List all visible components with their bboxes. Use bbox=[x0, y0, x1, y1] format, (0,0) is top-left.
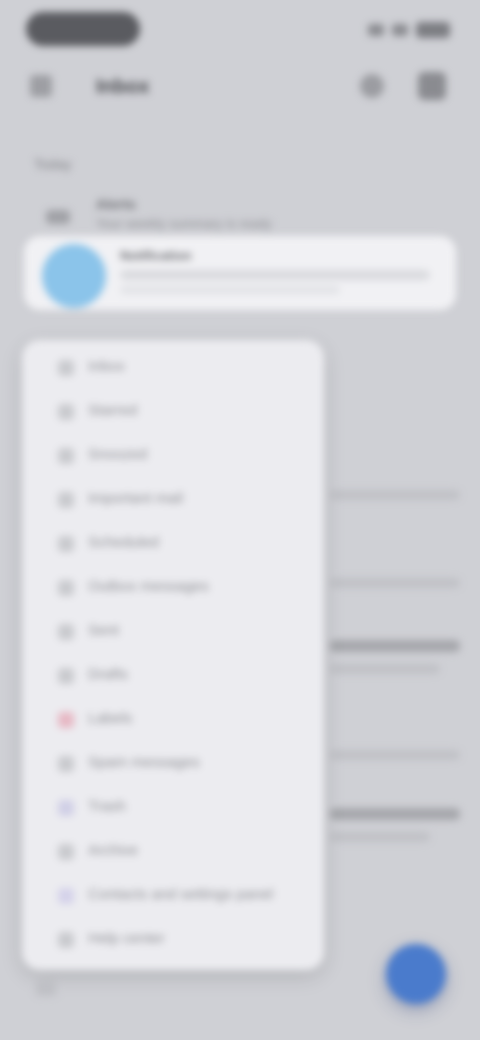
menu-item-drafts[interactable]: Drafts bbox=[22, 654, 324, 698]
status-bar bbox=[0, 0, 480, 60]
menu-item-outbox[interactable]: Outbox messages bbox=[22, 566, 324, 610]
settings-icon bbox=[58, 888, 74, 904]
important-icon bbox=[58, 492, 74, 508]
home-icon[interactable] bbox=[36, 980, 56, 996]
menu-item-sent[interactable]: Sent bbox=[22, 610, 324, 654]
menu-item-label: Spam messages bbox=[88, 754, 200, 771]
menu-item-label: Trash bbox=[88, 798, 126, 815]
send-icon bbox=[58, 624, 74, 640]
trash-icon bbox=[58, 800, 74, 816]
menu-item-archive[interactable]: Archive bbox=[22, 830, 324, 874]
menu-item-label: Labels bbox=[88, 710, 133, 727]
more-icon[interactable] bbox=[418, 72, 446, 100]
notification-banner[interactable]: Notification bbox=[24, 236, 456, 310]
list-item bbox=[330, 750, 460, 760]
app-bar: Inbox bbox=[0, 60, 480, 110]
search-icon[interactable] bbox=[360, 74, 384, 98]
menu-item-label: Inbox bbox=[88, 358, 125, 375]
spam-icon bbox=[58, 756, 74, 772]
label-icon bbox=[58, 712, 74, 728]
clock-icon bbox=[58, 448, 74, 464]
list-item bbox=[330, 578, 460, 588]
menu-item-snoozed[interactable]: Snoozed bbox=[22, 434, 324, 478]
signal-icon bbox=[368, 24, 384, 36]
menu-item-label: Starred bbox=[88, 402, 138, 419]
draft-icon bbox=[58, 668, 74, 684]
mail-icon bbox=[46, 210, 70, 224]
banner-text-line bbox=[120, 270, 430, 280]
list-item bbox=[330, 664, 440, 674]
menu-item-label: Sent bbox=[88, 622, 119, 639]
back-icon[interactable] bbox=[30, 75, 52, 97]
archive-icon bbox=[58, 844, 74, 860]
list-item bbox=[330, 640, 460, 652]
schedule-icon bbox=[58, 536, 74, 552]
menu-item-labels[interactable]: Labels bbox=[22, 698, 324, 742]
menu-item-important[interactable]: Important mail bbox=[22, 478, 324, 522]
outbox-icon bbox=[58, 580, 74, 596]
message-sender: Alerts bbox=[96, 196, 136, 212]
navigation-menu: Inbox Starred Snoozed Important mail Sch… bbox=[22, 340, 324, 970]
menu-item-starred[interactable]: Starred bbox=[22, 390, 324, 434]
banner-text-line bbox=[120, 286, 340, 294]
battery-icon bbox=[416, 22, 450, 38]
compose-button[interactable] bbox=[386, 944, 446, 1004]
menu-item-label: Scheduled bbox=[88, 534, 159, 551]
avatar bbox=[42, 244, 106, 308]
menu-item-settings[interactable]: Contacts and settings panel bbox=[22, 874, 324, 918]
menu-item-label: Snoozed bbox=[88, 446, 148, 463]
menu-item-scheduled[interactable]: Scheduled bbox=[22, 522, 324, 566]
message-snippet: Your weekly summary is ready bbox=[96, 216, 272, 231]
menu-item-label: Help center bbox=[88, 930, 165, 947]
menu-item-label: Contacts and settings panel bbox=[88, 886, 274, 903]
menu-item-label: Drafts bbox=[88, 666, 129, 683]
page-title: Inbox bbox=[96, 76, 150, 98]
star-icon bbox=[58, 404, 74, 420]
menu-item-inbox[interactable]: Inbox bbox=[22, 346, 324, 390]
section-label: Today bbox=[34, 156, 72, 172]
menu-item-help[interactable]: Help center bbox=[22, 918, 324, 962]
banner-sender: Notification bbox=[120, 248, 192, 263]
menu-item-label: Important mail bbox=[88, 490, 184, 507]
camera-pill bbox=[26, 12, 140, 46]
list-item bbox=[330, 490, 460, 500]
wifi-icon bbox=[392, 24, 408, 36]
list-item bbox=[330, 832, 430, 842]
menu-item-trash[interactable]: Trash bbox=[22, 786, 324, 830]
menu-item-label: Archive bbox=[88, 842, 139, 859]
help-icon bbox=[58, 932, 74, 948]
inbox-icon bbox=[58, 360, 74, 376]
menu-item-spam[interactable]: Spam messages bbox=[22, 742, 324, 786]
status-icons bbox=[368, 22, 450, 38]
list-item bbox=[330, 808, 460, 820]
menu-item-label: Outbox messages bbox=[88, 578, 209, 595]
